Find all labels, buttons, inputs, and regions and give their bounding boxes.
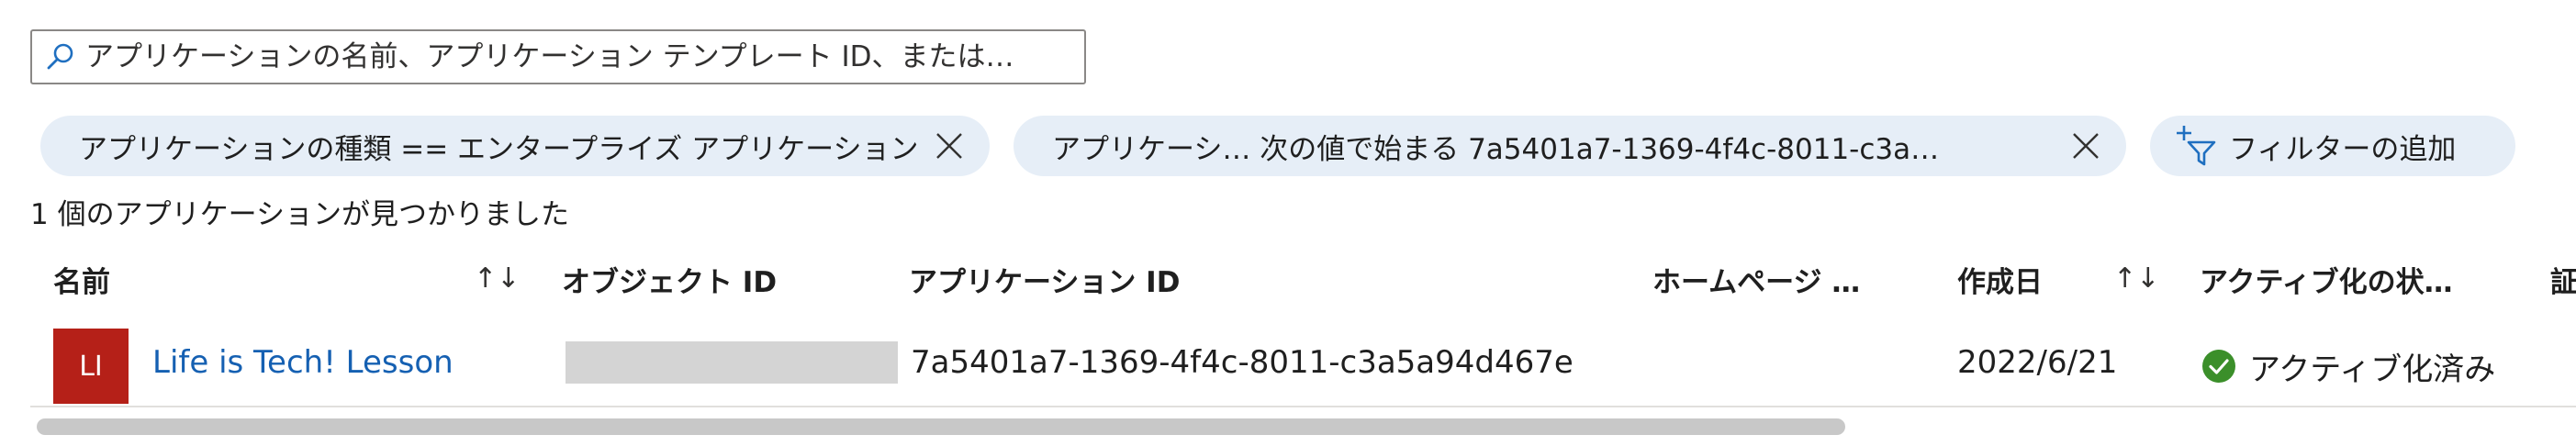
- created-date-value: 2022/6/21: [1957, 344, 2118, 381]
- redacted-object-id: [566, 341, 898, 384]
- row-divider: [30, 406, 2576, 407]
- close-icon[interactable]: [929, 126, 969, 166]
- search-icon: [47, 43, 73, 70]
- column-header-extra[interactable]: 証: [2550, 259, 2576, 300]
- filter-pill-label: アプリケーションの種類 == エンタープライズ アプリケーション: [79, 132, 919, 166]
- column-header-object-id[interactable]: オブジェクト ID: [562, 259, 777, 300]
- add-filter-icon: [2176, 124, 2220, 168]
- column-header-homepage[interactable]: ホームページ …: [1652, 259, 1860, 300]
- close-icon[interactable]: [2066, 126, 2106, 166]
- column-header-name[interactable]: 名前: [53, 259, 110, 300]
- search-input[interactable]: [85, 40, 1077, 73]
- status-value: アクティブ化済み: [2249, 351, 2496, 388]
- add-filter-label: フィルターの追加: [2229, 132, 2457, 166]
- filter-pill-app-type[interactable]: アプリケーションの種類 == エンタープライズ アプリケーション: [40, 116, 990, 176]
- sort-icon[interactable]: ↑↓: [2113, 262, 2159, 295]
- sort-icon[interactable]: ↑↓: [474, 262, 520, 295]
- column-header-status[interactable]: アクティブ化の状…: [2200, 259, 2453, 300]
- check-circle-icon: [2201, 349, 2236, 387]
- avatar: LI: [53, 329, 129, 404]
- app-name-link[interactable]: Life is Tech! Lesson: [152, 344, 454, 381]
- scrollbar-thumb[interactable]: [37, 418, 1845, 435]
- column-header-app-id[interactable]: アプリケーション ID: [909, 259, 1180, 300]
- column-header-created[interactable]: 作成日: [1957, 259, 2043, 300]
- result-count: 1 個のアプリケーションが見つかりました: [30, 198, 569, 231]
- filter-pill-app-id[interactable]: アプリケーシ… 次の値で始まる 7a5401a7-1369-4f4c-8011-…: [1014, 116, 2126, 176]
- search-box[interactable]: [30, 29, 1086, 84]
- filter-pill-label: アプリケーシ… 次の値で始まる 7a5401a7-1369-4f4c-8011-…: [1052, 132, 1940, 166]
- app-id-value: 7a5401a7-1369-4f4c-8011-c3a5a94d467e: [911, 344, 1574, 381]
- add-filter-button[interactable]: フィルターの追加: [2150, 116, 2515, 176]
